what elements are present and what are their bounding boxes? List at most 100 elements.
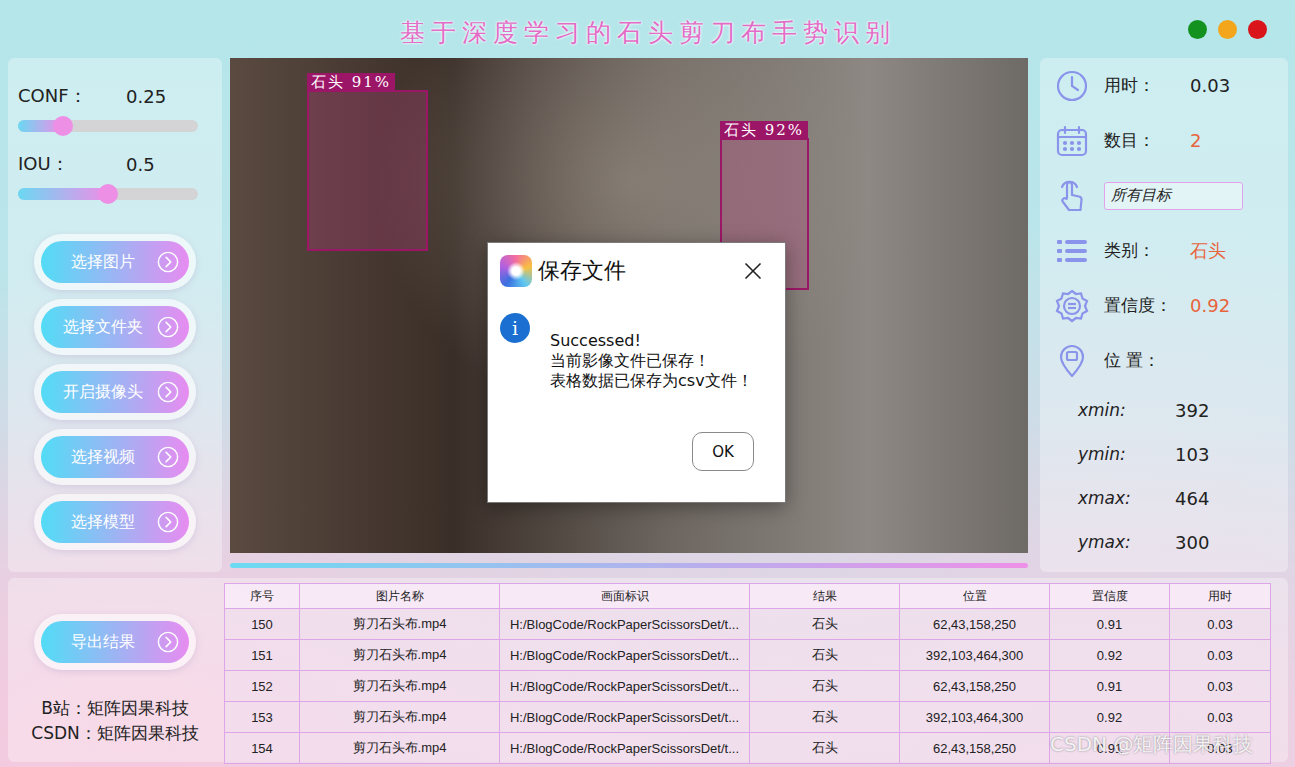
progress-fill bbox=[230, 563, 1028, 568]
chevron-right-icon bbox=[157, 631, 179, 653]
column-header[interactable]: 结果 bbox=[750, 584, 900, 609]
window-controls bbox=[1188, 20, 1267, 39]
dialog-header: 保存文件 bbox=[488, 243, 785, 299]
message-line: Successed! bbox=[550, 331, 753, 351]
table-row[interactable]: 152剪刀石头布.mp4H:/BlogCode/RockPaperScissor… bbox=[225, 671, 1271, 702]
action-button[interactable]: 选择视频 bbox=[41, 436, 189, 478]
message-line: 表格数据已保存为csv文件！ bbox=[550, 371, 753, 391]
credits: B站：矩阵因果科技CSDN：矩阵因果科技 bbox=[31, 696, 198, 746]
slider-fill bbox=[18, 188, 108, 200]
location-pin-icon bbox=[1054, 343, 1090, 379]
stat-row: 置信度：0.92 bbox=[1054, 278, 1280, 333]
table-cell: 0.03 bbox=[1170, 609, 1271, 640]
table-row[interactable]: 150剪刀石头布.mp4H:/BlogCode/RockPaperScissor… bbox=[225, 609, 1271, 640]
table-cell: 石头 bbox=[750, 702, 900, 733]
coord-label: xmax: bbox=[1078, 488, 1175, 508]
slider[interactable] bbox=[18, 188, 198, 200]
table-cell: 62,43,158,250 bbox=[900, 733, 1050, 764]
save-dialog: 保存文件iSuccessed!当前影像文件已保存！表格数据已保存为csv文件！O… bbox=[487, 242, 786, 503]
dialog-footer: OK bbox=[488, 432, 785, 502]
slider-knob[interactable] bbox=[53, 116, 73, 136]
table-cell: 0.92 bbox=[1050, 702, 1170, 733]
slider-value: 0.5 bbox=[126, 154, 155, 175]
table-row[interactable]: 153剪刀石头布.mp4H:/BlogCode/RockPaperScissor… bbox=[225, 702, 1271, 733]
coord-value: 300 bbox=[1175, 532, 1209, 553]
window-control-button[interactable] bbox=[1248, 20, 1267, 39]
slider-value: 0.25 bbox=[126, 86, 166, 107]
chevron-right-icon bbox=[157, 446, 179, 468]
table-cell: 150 bbox=[225, 609, 300, 640]
slider-knob[interactable] bbox=[98, 184, 118, 204]
table-cell: 剪刀石头布.mp4 bbox=[300, 640, 500, 671]
close-icon[interactable] bbox=[743, 261, 763, 281]
clock-icon bbox=[1054, 68, 1090, 104]
action-button-halo: 开启摄像头 bbox=[34, 364, 196, 420]
column-header[interactable]: 图片名称 bbox=[300, 584, 500, 609]
result-panel: 用时：0.03数目：2所有目标类别：石头置信度：0.92位 置：xmin:392… bbox=[1040, 58, 1288, 572]
action-button-halo: 选择模型 bbox=[34, 494, 196, 550]
credit-line: B站：矩阵因果科技 bbox=[31, 696, 198, 721]
export-button[interactable]: 导出结果 bbox=[41, 621, 189, 663]
slider-label: CONF： bbox=[18, 84, 126, 108]
dialog-title: 保存文件 bbox=[538, 256, 626, 286]
coord-row: ymax:300 bbox=[1054, 520, 1280, 564]
detection-box: 石头 91% bbox=[307, 90, 428, 251]
slider-group: CONF：0.25 bbox=[18, 84, 212, 132]
column-header[interactable]: 置信度 bbox=[1050, 584, 1170, 609]
watermark: CSDN @矩阵因果科技 bbox=[1050, 731, 1253, 758]
target-select[interactable]: 所有目标 bbox=[1104, 182, 1243, 210]
action-button[interactable]: 选择文件夹 bbox=[41, 306, 189, 348]
coord-row: xmax:464 bbox=[1054, 476, 1280, 520]
table-cell: 0.03 bbox=[1170, 640, 1271, 671]
stat-value: 0.92 bbox=[1190, 295, 1230, 316]
coord-value: 464 bbox=[1175, 488, 1209, 509]
coord-value: 103 bbox=[1175, 444, 1209, 465]
ok-button[interactable]: OK bbox=[692, 432, 754, 471]
table-cell: H:/BlogCode/RockPaperScissorsDet/t... bbox=[500, 671, 750, 702]
table-cell: 剪刀石头布.mp4 bbox=[300, 609, 500, 640]
window-control-button[interactable] bbox=[1218, 20, 1237, 39]
info-icon: i bbox=[500, 313, 530, 343]
table-cell: H:/BlogCode/RockPaperScissorsDet/t... bbox=[500, 702, 750, 733]
table-row[interactable]: 151剪刀石头布.mp4H:/BlogCode/RockPaperScissor… bbox=[225, 640, 1271, 671]
column-header[interactable]: 用时 bbox=[1170, 584, 1271, 609]
table-header: 序号图片名称画面标识结果位置置信度用时 bbox=[225, 584, 1271, 609]
export-area: 导出结果 B站：矩阵因果科技CSDN：矩阵因果科技 bbox=[8, 583, 222, 762]
stat-row: 位 置： bbox=[1054, 333, 1280, 388]
calendar-icon bbox=[1054, 123, 1090, 159]
list-icon bbox=[1054, 233, 1090, 269]
action-button[interactable]: 选择图片 bbox=[41, 241, 189, 283]
chevron-right-icon bbox=[157, 251, 179, 273]
table-cell: 154 bbox=[225, 733, 300, 764]
table-cell: 392,103,464,300 bbox=[900, 640, 1050, 671]
column-header[interactable]: 画面标识 bbox=[500, 584, 750, 609]
progress-bar bbox=[230, 563, 1028, 568]
table-cell: 石头 bbox=[750, 671, 900, 702]
coord-value: 392 bbox=[1175, 400, 1209, 421]
stat-label: 置信度： bbox=[1104, 294, 1190, 317]
window-control-button[interactable] bbox=[1188, 20, 1207, 39]
table-cell: 0.03 bbox=[1170, 671, 1271, 702]
stat-label: 数目： bbox=[1104, 129, 1190, 152]
slider-group: IOU：0.5 bbox=[18, 152, 212, 200]
column-header[interactable]: 位置 bbox=[900, 584, 1050, 609]
action-button[interactable]: 开启摄像头 bbox=[41, 371, 189, 413]
action-button[interactable]: 选择模型 bbox=[41, 501, 189, 543]
stat-label: 类别： bbox=[1104, 239, 1190, 262]
stat-value: 石头 bbox=[1190, 239, 1226, 263]
column-header[interactable]: 序号 bbox=[225, 584, 300, 609]
table-cell: 0.91 bbox=[1050, 671, 1170, 702]
table-cell: 153 bbox=[225, 702, 300, 733]
badge-icon bbox=[1054, 288, 1090, 324]
chevron-right-icon bbox=[157, 381, 179, 403]
table-cell: H:/BlogCode/RockPaperScissorsDet/t... bbox=[500, 609, 750, 640]
slider[interactable] bbox=[18, 120, 198, 132]
stat-label: 用时： bbox=[1104, 74, 1190, 97]
stat-label: 位 置： bbox=[1104, 349, 1190, 372]
title-bar: 基于深度学习的石头剪刀布手势识别 bbox=[0, 0, 1295, 58]
table-cell: 152 bbox=[225, 671, 300, 702]
table-cell: 62,43,158,250 bbox=[900, 671, 1050, 702]
slider-label: IOU： bbox=[18, 152, 126, 176]
stat-row: 数目：2 bbox=[1054, 113, 1280, 168]
table-cell: H:/BlogCode/RockPaperScissorsDet/t... bbox=[500, 733, 750, 764]
